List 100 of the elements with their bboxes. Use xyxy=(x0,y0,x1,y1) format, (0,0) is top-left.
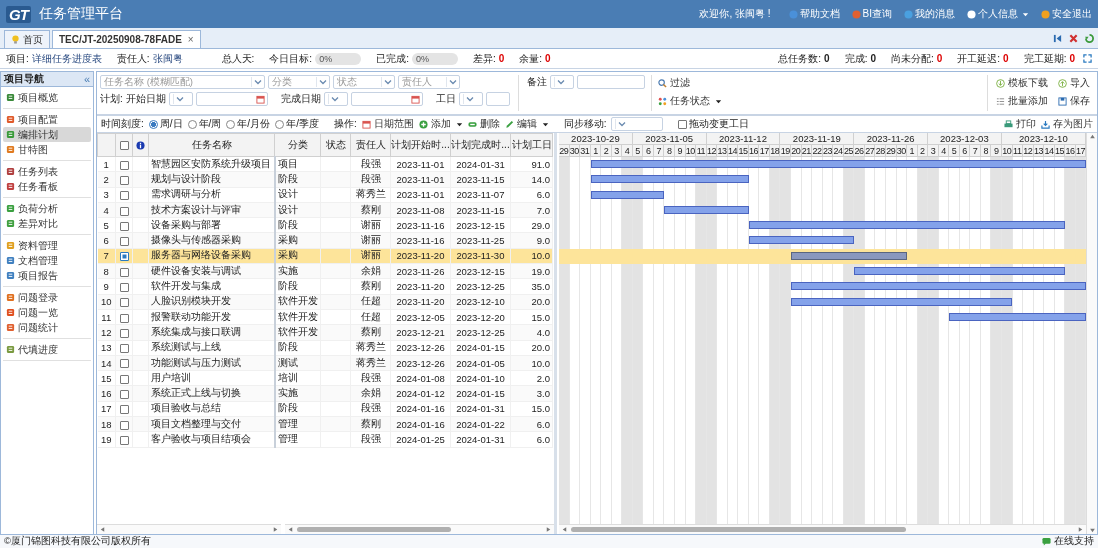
row-checkbox[interactable] xyxy=(119,298,129,308)
row-checkbox[interactable] xyxy=(119,344,129,354)
action-button[interactable]: 导入 xyxy=(1058,76,1090,90)
table-row[interactable]: 7 服务器与网络设备采购 采购 谢丽 2023-11-20 2023-11-30 10.0 xyxy=(97,248,553,264)
gantt-bar[interactable] xyxy=(748,221,1065,230)
action-button[interactable]: 批量添加 xyxy=(996,94,1048,108)
sidebar-item[interactable]: 任务列表 xyxy=(3,164,91,179)
operator-combo[interactable] xyxy=(323,92,348,106)
row-checkbox[interactable] xyxy=(119,359,129,369)
operator-combo[interactable] xyxy=(549,75,574,89)
date-field[interactable] xyxy=(350,92,423,106)
date-field[interactable] xyxy=(195,92,268,106)
column-header[interactable]: 状态 xyxy=(320,133,351,157)
row-checkbox[interactable] xyxy=(119,405,129,415)
first-page-icon[interactable] xyxy=(1053,33,1062,43)
drag-checkbox[interactable]: 拖动变更工日 xyxy=(678,117,750,131)
scroll-up-icon[interactable] xyxy=(1088,133,1096,140)
column-header[interactable]: 分类 xyxy=(274,133,321,157)
tab[interactable]: TEC/JT-20250908-78FADE × xyxy=(52,30,201,48)
table-row[interactable]: 4 技术方案设计与评审 设计 蔡刚 2023-11-08 2023-11-15 7.0 xyxy=(97,202,553,218)
row-checkbox[interactable] xyxy=(119,160,129,170)
row-checkbox[interactable] xyxy=(119,313,129,323)
row-checkbox[interactable] xyxy=(119,374,129,384)
horizontal-scrollbar[interactable] xyxy=(97,524,281,534)
toolbar-button[interactable]: 添加 xyxy=(418,117,463,131)
scale-radio[interactable]: 年/季度 xyxy=(275,117,319,131)
collapse-toggle[interactable]: « xyxy=(83,73,90,85)
select-all-checkbox[interactable] xyxy=(119,141,129,151)
action-button[interactable]: 保存 xyxy=(1058,94,1090,108)
toolbar-button[interactable]: 删除 xyxy=(467,117,500,131)
sidebar-item[interactable]: 问题登录 xyxy=(3,290,91,305)
gantt-bar[interactable] xyxy=(948,312,1086,321)
header-link[interactable]: 个人信息 xyxy=(967,7,1029,21)
gantt-bar[interactable] xyxy=(748,236,855,245)
header-link[interactable]: 安全退出 xyxy=(1041,7,1092,21)
table-row[interactable]: 12 系统集成与接口联调 软件开发 蔡刚 2023-12-21 2023-12-25 4.0 xyxy=(97,324,553,341)
row-checkbox[interactable] xyxy=(119,328,129,338)
header-link[interactable]: 帮助文档 xyxy=(788,7,840,21)
save-image-button[interactable]: 存为图片 xyxy=(1041,117,1093,131)
column-header[interactable]: 计划开始时... xyxy=(390,133,451,157)
sidebar-item[interactable]: 项目概览 xyxy=(3,90,91,105)
gantt-bar[interactable] xyxy=(790,297,1013,306)
filter-button[interactable]: 过滤 xyxy=(657,76,722,90)
gantt-bar[interactable] xyxy=(590,190,665,199)
table-row[interactable]: 19 客户验收与项目结项会 管理 段强 2024-01-25 2024-01-31 6.0 xyxy=(97,431,553,448)
gantt-bar[interactable] xyxy=(790,282,1086,291)
scale-radio[interactable]: 周/日 xyxy=(148,117,183,131)
column-header[interactable]: 计划工日 xyxy=(510,133,553,157)
table-row[interactable]: 16 系统正式上线与切换 实施 余娟 2024-01-12 2024-01-15 3.0 xyxy=(97,385,553,402)
gantt-bar[interactable] xyxy=(854,267,1065,276)
table-row[interactable]: 2 规划与设计阶段 阶段 段强 2023-11-01 2023-11-15 14.0 xyxy=(97,171,553,188)
column-header[interactable]: 计划完成时... xyxy=(450,133,511,157)
row-checkbox[interactable] xyxy=(119,435,129,445)
toolbar-button[interactable]: 日期范围 xyxy=(361,117,414,131)
operator-combo[interactable] xyxy=(458,92,483,106)
row-checkbox[interactable] xyxy=(119,237,129,247)
table-row[interactable]: 18 项目文档整理与交付 管理 蔡刚 2024-01-16 2024-01-22 6.0 xyxy=(97,416,553,432)
operator-combo[interactable] xyxy=(168,92,193,106)
table-row[interactable]: 8 硬件设备安装与调试 实施 余娟 2023-11-26 2023-12-15 19.0 xyxy=(97,263,553,279)
horizontal-scrollbar[interactable] xyxy=(285,524,554,534)
table-row[interactable]: 6 摄像头与传感器采购 采购 谢丽 2023-11-16 2023-11-25 9.0 xyxy=(97,233,553,249)
table-row[interactable]: 10 人脸识别模块开发 软件开发 任超 2023-11-20 2023-12-10 20.0 xyxy=(97,294,553,310)
fullscreen-icon[interactable] xyxy=(1083,54,1092,63)
sidebar-item[interactable]: 代填进度 xyxy=(3,342,91,357)
row-checkbox[interactable] xyxy=(119,175,129,185)
row-checkbox[interactable] xyxy=(119,206,129,216)
gantt-bar[interactable] xyxy=(664,205,749,214)
workdays-field[interactable] xyxy=(485,92,510,106)
sidebar-item[interactable]: 项目报告 xyxy=(3,268,91,283)
column-header[interactable]: 任务名称 xyxy=(148,133,275,157)
scale-radio[interactable]: 年/月份 xyxy=(226,117,271,131)
row-checkbox[interactable] xyxy=(119,267,129,277)
close-icon[interactable] xyxy=(1069,33,1078,43)
sidebar-item[interactable]: 差异对比 xyxy=(3,216,91,231)
print-button[interactable]: 打印 xyxy=(1004,117,1036,131)
row-checkbox[interactable] xyxy=(119,420,129,430)
gantt-bar[interactable] xyxy=(590,175,749,184)
gantt-bar[interactable] xyxy=(790,251,907,260)
remark-field[interactable] xyxy=(576,75,645,89)
sidebar-item[interactable]: 问题统计 xyxy=(3,320,91,335)
sidebar-item[interactable]: 甘特图 xyxy=(3,142,91,157)
column-header[interactable]: 责任人 xyxy=(350,133,391,157)
sidebar-item[interactable]: 编排计划 xyxy=(3,127,91,142)
refresh-icon[interactable] xyxy=(1085,33,1094,43)
header-link[interactable]: BI查询 xyxy=(851,7,892,21)
sidebar-item[interactable]: 负荷分析 xyxy=(3,201,91,216)
action-button[interactable]: 模板下载 xyxy=(996,76,1048,90)
header-link[interactable]: 我的消息 xyxy=(904,7,955,21)
table-row[interactable]: 14 功能测试与压力测试 测试 蒋秀兰 2023-12-26 2024-01-05 10.0 xyxy=(97,355,553,371)
toolbar-button[interactable]: 编辑 xyxy=(504,117,549,131)
vertical-scrollbar[interactable] xyxy=(1086,133,1097,534)
tab[interactable]: 首页 xyxy=(4,30,50,48)
row-checkbox[interactable] xyxy=(119,252,129,262)
sidebar-item[interactable]: 文档管理 xyxy=(3,253,91,268)
row-checkbox[interactable] xyxy=(119,221,129,231)
row-checkbox[interactable] xyxy=(119,283,129,292)
scale-radio[interactable]: 年/周 xyxy=(187,117,222,131)
sidebar-item[interactable]: 项目配置 xyxy=(3,112,91,127)
support-link[interactable]: 在线支持 xyxy=(1042,535,1094,548)
sidebar-item[interactable]: 资料管理 xyxy=(3,238,91,253)
